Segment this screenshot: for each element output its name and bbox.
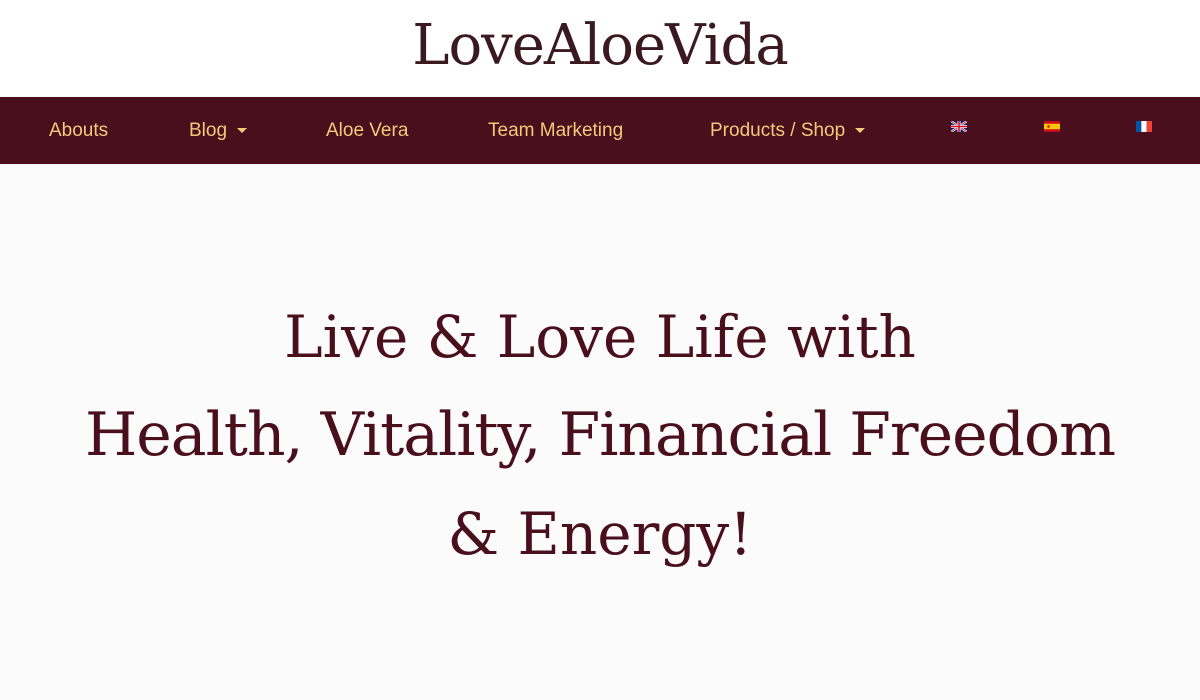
nav-item-blog[interactable]: Blog — [189, 97, 248, 164]
hero-headline-line-2: Health, Vitality, Financial Freedom — [84, 400, 1116, 470]
main-navigation: Abouts Blog Aloe Vera Team Marketing Pro… — [0, 97, 1200, 164]
nav-item-abouts[interactable]: Abouts — [49, 97, 108, 164]
nav-item-label: Products / Shop — [710, 120, 846, 141]
hero-headline-line-3: & Energy! — [447, 500, 753, 568]
hero-headline-line-1: Live & Love Life with — [284, 303, 916, 371]
uk-flag-icon[interactable] — [951, 121, 967, 132]
nav-item-label: Team Marketing — [488, 120, 624, 141]
nav-item-label: Abouts — [49, 120, 109, 141]
site-logo[interactable]: LoveAloeVida — [0, 8, 1200, 84]
site-header: LoveAloeVida — [0, 0, 1200, 97]
nav-item-label: Blog — [189, 120, 228, 141]
nav-item-aloe-vera[interactable]: Aloe Vera — [326, 97, 408, 164]
spain-flag-icon[interactable] — [1044, 121, 1060, 132]
nav-item-products-shop[interactable]: Products / Shop — [710, 97, 866, 164]
france-flag-icon[interactable] — [1136, 121, 1152, 132]
chevron-down-icon — [855, 128, 866, 133]
nav-item-team-marketing[interactable]: Team Marketing — [488, 97, 623, 164]
hero-section: Live & Love Life with Health, Vitality, … — [0, 164, 1200, 700]
nav-item-label: Aloe Vera — [326, 120, 409, 141]
chevron-down-icon — [237, 128, 248, 133]
